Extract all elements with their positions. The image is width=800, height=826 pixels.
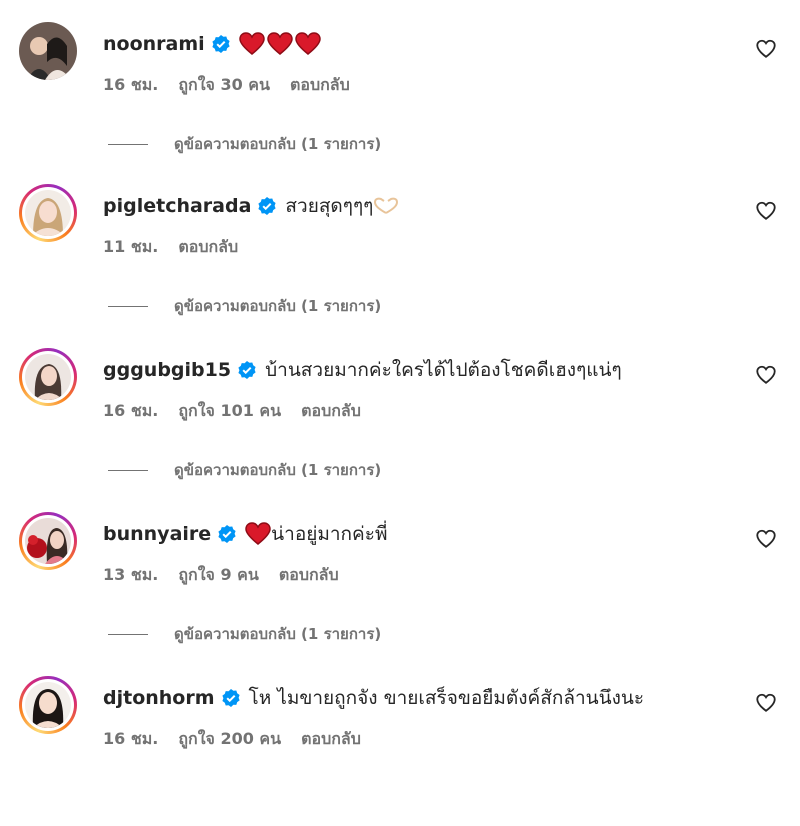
avatar[interactable] bbox=[19, 22, 77, 80]
view-replies-button[interactable]: ดูข้อความตอบกลับ (1 รายการ) bbox=[108, 132, 381, 156]
like-heart-icon[interactable] bbox=[755, 692, 777, 714]
like-count[interactable]: ถูกใจ 9 คน bbox=[178, 563, 258, 588]
comment-time: 16 ชม. bbox=[103, 729, 159, 748]
view-replies-label: ดูข้อความตอบกลับ (1 รายการ) bbox=[174, 461, 382, 479]
heart-emoji-icon bbox=[294, 32, 321, 55]
heart-emoji-icon bbox=[238, 32, 265, 55]
comment-item: gggubgib15 บ้านสวยมากค่ะใครได้ไปต้องโชคด… bbox=[0, 348, 800, 498]
view-replies-label: ดูข้อความตอบกลับ (1 รายการ) bbox=[174, 625, 382, 643]
like-count[interactable]: ถูกใจ 30 คน bbox=[178, 73, 270, 98]
reply-button[interactable]: ตอบกลับ bbox=[301, 727, 361, 752]
divider-line bbox=[108, 469, 148, 471]
like-count[interactable]: ถูกใจ 200 คน bbox=[178, 727, 281, 752]
reply-button[interactable]: ตอบกลับ bbox=[301, 399, 361, 424]
username[interactable]: bunnyaire bbox=[103, 523, 211, 545]
comment-text: น่าอยู่มากค่ะพี่ bbox=[271, 523, 388, 545]
like-heart-icon[interactable] bbox=[755, 528, 777, 550]
divider-line bbox=[108, 143, 148, 145]
heart-hands-emoji-icon bbox=[374, 197, 399, 214]
like-heart-icon[interactable] bbox=[755, 200, 777, 222]
divider-line bbox=[108, 305, 148, 307]
view-replies-button[interactable]: ดูข้อความตอบกลับ (1 รายการ) bbox=[108, 458, 381, 482]
reply-button[interactable]: ตอบกลับ bbox=[290, 73, 350, 98]
avatar[interactable] bbox=[19, 184, 77, 242]
comment-item: djtonhorm โห ไมขายถูกจัง ขายเสร็จขอยืมตั… bbox=[0, 676, 800, 826]
verified-icon bbox=[221, 689, 240, 707]
username[interactable]: djtonhorm bbox=[103, 687, 215, 709]
reply-button[interactable]: ตอบกลับ bbox=[178, 235, 238, 260]
avatar[interactable] bbox=[19, 512, 77, 570]
username[interactable]: gggubgib15 bbox=[103, 359, 231, 381]
view-replies-button[interactable]: ดูข้อความตอบกลับ (1 รายการ) bbox=[108, 622, 381, 646]
verified-icon bbox=[218, 525, 236, 543]
like-heart-icon[interactable] bbox=[755, 364, 777, 386]
username[interactable]: noonrami bbox=[103, 33, 205, 55]
reply-button[interactable]: ตอบกลับ bbox=[279, 563, 339, 588]
view-replies-label: ดูข้อความตอบกลับ (1 รายการ) bbox=[174, 135, 382, 153]
avatar[interactable] bbox=[19, 348, 77, 406]
comment-text: สวยสุดๆๆๆ bbox=[285, 195, 374, 217]
divider-line bbox=[108, 633, 148, 635]
username[interactable]: pigletcharada bbox=[103, 195, 251, 217]
comment-time: 16 ชม. bbox=[103, 75, 159, 94]
view-replies-button[interactable]: ดูข้อความตอบกลับ (1 รายการ) bbox=[108, 294, 381, 318]
heart-emoji-icon bbox=[245, 522, 271, 545]
view-replies-label: ดูข้อความตอบกลับ (1 รายการ) bbox=[174, 297, 382, 315]
comment-item: pigletcharada สวยสุดๆๆๆ 11 ชม. ตอบกลับ ด… bbox=[0, 184, 800, 334]
comment-time: 13 ชม. bbox=[103, 565, 159, 584]
heart-emoji-icon bbox=[266, 32, 293, 55]
avatar[interactable] bbox=[19, 676, 77, 734]
like-heart-icon[interactable] bbox=[755, 38, 777, 60]
comment-text: บ้านสวยมากค่ะใครได้ไปต้องโชคดีเฮงๆแน่ๆ bbox=[265, 359, 622, 381]
comment-item: noonrami 16 ชม. ถูกใจ 30 คน ตอบกลับ ดูข้… bbox=[0, 22, 800, 172]
verified-icon bbox=[212, 35, 230, 53]
verified-icon bbox=[258, 197, 277, 215]
comment-time: 11 ชม. bbox=[103, 237, 159, 256]
like-count[interactable]: ถูกใจ 101 คน bbox=[178, 399, 281, 424]
comment-text: โห ไมขายถูกจัง ขายเสร็จขอยืมตังค์สักล้าน… bbox=[248, 687, 645, 709]
verified-icon bbox=[238, 361, 256, 379]
comment-time: 16 ชม. bbox=[103, 401, 159, 420]
heart-emoji-group bbox=[238, 32, 321, 56]
comment-item: bunnyaire น่าอยู่มากค่ะพี่ 13 ชม. ถูกใจ … bbox=[0, 512, 800, 662]
